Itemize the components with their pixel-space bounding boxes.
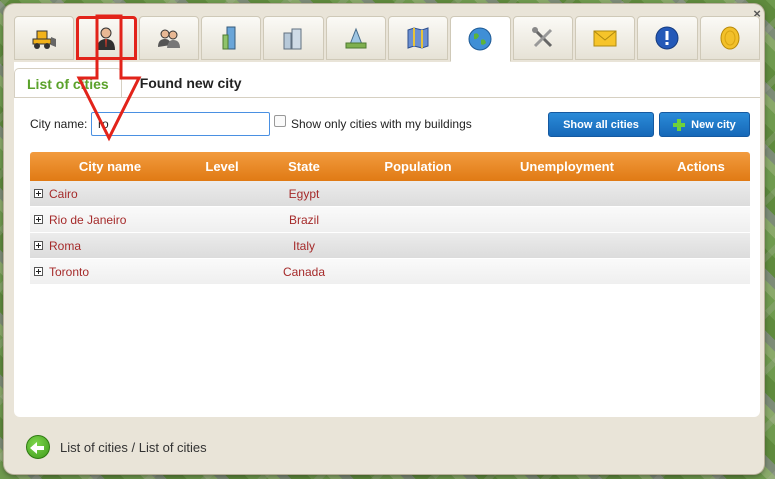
back-arrow-icon[interactable] — [26, 435, 50, 459]
toolbar-alert-button[interactable] — [637, 16, 698, 60]
table-header: City name Level State Population Unemplo… — [30, 152, 750, 181]
toolbar-world-button[interactable] — [450, 16, 511, 62]
city-link[interactable]: Cairo — [49, 187, 78, 201]
breadcrumb-text: List of cities / List of cities — [60, 439, 207, 455]
table-row: Rio de Janeiro Brazil — [30, 207, 750, 233]
envelope-icon — [593, 30, 617, 47]
businessman-icon — [97, 27, 116, 50]
toolbar-people-button[interactable] — [138, 16, 199, 60]
state-cell: Egypt — [288, 186, 320, 201]
header-state[interactable]: State — [254, 159, 354, 174]
footer-breadcrumb: List of cities / List of cities — [26, 434, 207, 460]
plus-icon — [673, 118, 686, 131]
my-buildings-checkbox-label: Show only cities with my buildings — [291, 117, 472, 131]
header-unemployment[interactable]: Unemployment — [482, 159, 652, 174]
my-buildings-checkbox[interactable] — [274, 115, 286, 127]
state-cell: Canada — [282, 264, 326, 279]
toolbar-profile-button[interactable] — [76, 16, 137, 60]
toolbar-buildings-button[interactable] — [263, 16, 324, 60]
city-cell: Roma — [30, 239, 190, 253]
header-city-name[interactable]: City name — [30, 159, 190, 174]
toolbar-mail-button[interactable] — [574, 16, 636, 60]
city-cell: Toronto — [30, 265, 190, 279]
cities-window: × List of cities Found new city City nam… — [4, 4, 764, 474]
tools-icon — [531, 27, 552, 48]
expand-icon[interactable] — [34, 189, 43, 198]
header-level[interactable]: Level — [190, 159, 254, 174]
coin-icon — [720, 26, 740, 50]
toolbar-map-button[interactable] — [387, 16, 449, 60]
office-tower-icon — [345, 27, 367, 49]
city-name-input[interactable] — [91, 112, 270, 136]
tab-divider — [14, 97, 760, 98]
toolbar-coins-button[interactable] — [699, 16, 760, 60]
city-name-label: City name: — [30, 117, 88, 131]
skyscraper-icon — [222, 26, 236, 50]
bulldozer-icon — [32, 30, 57, 49]
header-population[interactable]: Population — [354, 159, 482, 174]
map-icon — [407, 27, 429, 49]
table-row: Roma Italy — [30, 233, 750, 259]
alert-icon — [655, 26, 679, 50]
tab-found-new-city[interactable]: Found new city — [128, 68, 254, 98]
content-panel: List of cities Found new city City name:… — [14, 62, 760, 417]
cities-table: City name Level State Population Unemplo… — [30, 152, 750, 285]
show-all-cities-label: Show all cities — [563, 118, 639, 131]
city-link[interactable]: Roma — [49, 239, 81, 253]
city-link[interactable]: Toronto — [49, 265, 89, 279]
buildings-icon — [283, 28, 302, 50]
state-cell: Brazil — [288, 212, 319, 227]
city-cell: Rio de Janeiro — [30, 213, 190, 227]
tab-list-of-cities[interactable]: List of cities — [14, 68, 122, 98]
search-row: City name: Show only cities with my buil… — [30, 112, 750, 138]
expand-icon[interactable] — [34, 241, 43, 250]
subtabs: List of cities Found new city — [14, 68, 254, 98]
show-all-cities-button[interactable]: Show all cities — [548, 112, 654, 137]
main-toolbar — [14, 16, 760, 62]
header-actions: Actions — [677, 159, 725, 174]
globe-icon — [468, 27, 492, 51]
expand-icon[interactable] — [34, 267, 43, 276]
table-row: Toronto Canada — [30, 259, 750, 285]
people-icon — [157, 29, 180, 48]
toolbar-tools-button[interactable] — [512, 16, 573, 60]
new-city-button[interactable]: New city — [659, 112, 750, 137]
expand-icon[interactable] — [34, 215, 43, 224]
city-link[interactable]: Rio de Janeiro — [49, 213, 126, 227]
table-row: Cairo Egypt — [30, 181, 750, 207]
city-cell: Cairo — [30, 187, 190, 201]
toolbar-skyscraper-button[interactable] — [200, 16, 262, 60]
new-city-label: New city — [691, 118, 736, 131]
toolbar-bulldozer-button[interactable] — [14, 16, 75, 60]
toolbar-office-button[interactable] — [325, 16, 386, 60]
state-cell: Italy — [292, 238, 315, 253]
